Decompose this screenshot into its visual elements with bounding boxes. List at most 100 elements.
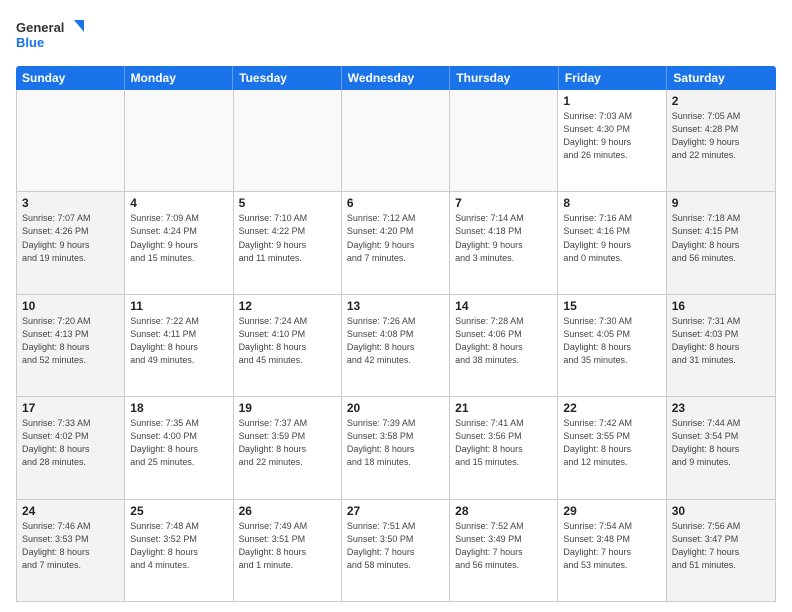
day-number: 6 bbox=[347, 196, 444, 210]
day-info: Sunrise: 7:46 AM Sunset: 3:53 PM Dayligh… bbox=[22, 520, 119, 572]
day-cell-14: 14 Sunrise: 7:28 AM Sunset: 4:06 PM Dayli… bbox=[450, 295, 558, 396]
day-cell-7: 7Sunrise: 7:14 AM Sunset: 4:18 PM Daylig… bbox=[450, 192, 558, 293]
calendar-row-2: 3 Sunrise: 7:07 AM Sunset: 4:26 PM Daylig… bbox=[17, 192, 775, 294]
day-cell-5: 5 Sunrise: 7:10 AM Sunset: 4:22 PM Daylig… bbox=[234, 192, 342, 293]
day-number: 29 bbox=[563, 504, 660, 518]
day-number: 27 bbox=[347, 504, 444, 518]
day-number: 11 bbox=[130, 299, 227, 313]
day-number: 8 bbox=[563, 196, 660, 210]
header-cell-sunday: Sunday bbox=[16, 66, 125, 90]
day-info: Sunrise: 7:22 AM Sunset: 4:11 PM Dayligh… bbox=[130, 315, 227, 367]
day-number: 13 bbox=[347, 299, 444, 313]
header-cell-thursday: Thursday bbox=[450, 66, 559, 90]
day-cell-2: 2 Sunrise: 7:05 AM Sunset: 4:28 PM Daylig… bbox=[667, 90, 775, 191]
day-cell-18: 18 Sunrise: 7:35 AM Sunset: 4:00 PM Dayli… bbox=[125, 397, 233, 498]
day-info: Sunrise: 7:51 AM Sunset: 3:50 PM Dayligh… bbox=[347, 520, 444, 572]
calendar: SundayMondayTuesdayWednesdayThursdayFrid… bbox=[16, 66, 776, 602]
day-cell-12: 12 Sunrise: 7:24 AM Sunset: 4:10 PM Dayli… bbox=[234, 295, 342, 396]
empty-cell bbox=[125, 90, 233, 191]
day-cell-9: 9 Sunrise: 7:18 AM Sunset: 4:15 PM Daylig… bbox=[667, 192, 775, 293]
day-info: Sunrise: 7:48 AM Sunset: 3:52 PM Dayligh… bbox=[130, 520, 227, 572]
day-info: Sunrise: 7:44 AM Sunset: 3:54 PM Dayligh… bbox=[672, 417, 770, 469]
day-cell-15: 15 Sunrise: 7:30 AM Sunset: 4:05 PM Dayli… bbox=[558, 295, 666, 396]
day-number: 1 bbox=[563, 94, 660, 108]
day-number: 19 bbox=[239, 401, 336, 415]
day-info: Sunrise: 7:07 AM Sunset: 4:26 PM Dayligh… bbox=[22, 212, 119, 264]
day-number: 9 bbox=[672, 196, 770, 210]
day-info: Sunrise: 7:09 AM Sunset: 4:24 PM Dayligh… bbox=[130, 212, 227, 264]
day-number: 24 bbox=[22, 504, 119, 518]
empty-cell bbox=[234, 90, 342, 191]
day-number: 22 bbox=[563, 401, 660, 415]
day-cell-24: 24 Sunrise: 7:46 AM Sunset: 3:53 PM Dayli… bbox=[17, 500, 125, 601]
header-cell-wednesday: Wednesday bbox=[342, 66, 451, 90]
day-cell-27: 27 Sunrise: 7:51 AM Sunset: 3:50 PM Dayli… bbox=[342, 500, 450, 601]
day-number: 5 bbox=[239, 196, 336, 210]
day-number: 26 bbox=[239, 504, 336, 518]
empty-cell bbox=[17, 90, 125, 191]
day-number: 20 bbox=[347, 401, 444, 415]
day-cell-4: 4Sunrise: 7:09 AM Sunset: 4:24 PM Daylig… bbox=[125, 192, 233, 293]
day-number: 14 bbox=[455, 299, 552, 313]
header-cell-monday: Monday bbox=[125, 66, 234, 90]
day-number: 17 bbox=[22, 401, 119, 415]
day-cell-29: 29 Sunrise: 7:54 AM Sunset: 3:48 PM Dayli… bbox=[558, 500, 666, 601]
header-cell-saturday: Saturday bbox=[667, 66, 776, 90]
day-cell-6: 6Sunrise: 7:12 AM Sunset: 4:20 PM Daylig… bbox=[342, 192, 450, 293]
logo: General Blue bbox=[16, 16, 86, 56]
day-cell-22: 22Sunrise: 7:42 AM Sunset: 3:55 PM Dayli… bbox=[558, 397, 666, 498]
day-number: 30 bbox=[672, 504, 770, 518]
day-number: 3 bbox=[22, 196, 119, 210]
day-info: Sunrise: 7:33 AM Sunset: 4:02 PM Dayligh… bbox=[22, 417, 119, 469]
header-cell-friday: Friday bbox=[559, 66, 668, 90]
day-cell-28: 28 Sunrise: 7:52 AM Sunset: 3:49 PM Dayli… bbox=[450, 500, 558, 601]
day-cell-13: 13 Sunrise: 7:26 AM Sunset: 4:08 PM Dayli… bbox=[342, 295, 450, 396]
day-info: Sunrise: 7:05 AM Sunset: 4:28 PM Dayligh… bbox=[672, 110, 770, 162]
day-cell-1: 1 Sunrise: 7:03 AM Sunset: 4:30 PM Daylig… bbox=[558, 90, 666, 191]
day-cell-30: 30 Sunrise: 7:56 AM Sunset: 3:47 PM Dayli… bbox=[667, 500, 775, 601]
empty-cell bbox=[450, 90, 558, 191]
day-info: Sunrise: 7:41 AM Sunset: 3:56 PM Dayligh… bbox=[455, 417, 552, 469]
day-cell-16: 16Sunrise: 7:31 AM Sunset: 4:03 PM Dayli… bbox=[667, 295, 775, 396]
day-cell-3: 3 Sunrise: 7:07 AM Sunset: 4:26 PM Daylig… bbox=[17, 192, 125, 293]
day-info: Sunrise: 7:54 AM Sunset: 3:48 PM Dayligh… bbox=[563, 520, 660, 572]
day-info: Sunrise: 7:30 AM Sunset: 4:05 PM Dayligh… bbox=[563, 315, 660, 367]
day-number: 18 bbox=[130, 401, 227, 415]
day-cell-21: 21 Sunrise: 7:41 AM Sunset: 3:56 PM Dayli… bbox=[450, 397, 558, 498]
day-info: Sunrise: 7:10 AM Sunset: 4:22 PM Dayligh… bbox=[239, 212, 336, 264]
day-cell-23: 23Sunrise: 7:44 AM Sunset: 3:54 PM Dayli… bbox=[667, 397, 775, 498]
day-number: 28 bbox=[455, 504, 552, 518]
day-info: Sunrise: 7:31 AM Sunset: 4:03 PM Dayligh… bbox=[672, 315, 770, 367]
svg-text:General: General bbox=[16, 20, 64, 35]
day-info: Sunrise: 7:26 AM Sunset: 4:08 PM Dayligh… bbox=[347, 315, 444, 367]
day-cell-17: 17 Sunrise: 7:33 AM Sunset: 4:02 PM Dayli… bbox=[17, 397, 125, 498]
day-number: 21 bbox=[455, 401, 552, 415]
calendar-row-1: 1 Sunrise: 7:03 AM Sunset: 4:30 PM Daylig… bbox=[17, 90, 775, 192]
day-info: Sunrise: 7:16 AM Sunset: 4:16 PM Dayligh… bbox=[563, 212, 660, 264]
svg-text:Blue: Blue bbox=[16, 35, 44, 50]
day-info: Sunrise: 7:37 AM Sunset: 3:59 PM Dayligh… bbox=[239, 417, 336, 469]
calendar-body: 1 Sunrise: 7:03 AM Sunset: 4:30 PM Daylig… bbox=[16, 90, 776, 602]
logo-svg: General Blue bbox=[16, 16, 86, 56]
calendar-row-5: 24 Sunrise: 7:46 AM Sunset: 3:53 PM Dayli… bbox=[17, 500, 775, 601]
day-cell-19: 19 Sunrise: 7:37 AM Sunset: 3:59 PM Dayli… bbox=[234, 397, 342, 498]
day-number: 2 bbox=[672, 94, 770, 108]
calendar-row-4: 17 Sunrise: 7:33 AM Sunset: 4:02 PM Dayli… bbox=[17, 397, 775, 499]
day-info: Sunrise: 7:39 AM Sunset: 3:58 PM Dayligh… bbox=[347, 417, 444, 469]
day-info: Sunrise: 7:28 AM Sunset: 4:06 PM Dayligh… bbox=[455, 315, 552, 367]
day-cell-26: 26Sunrise: 7:49 AM Sunset: 3:51 PM Dayli… bbox=[234, 500, 342, 601]
day-cell-10: 10Sunrise: 7:20 AM Sunset: 4:13 PM Dayli… bbox=[17, 295, 125, 396]
header-cell-tuesday: Tuesday bbox=[233, 66, 342, 90]
day-info: Sunrise: 7:03 AM Sunset: 4:30 PM Dayligh… bbox=[563, 110, 660, 162]
day-cell-8: 8 Sunrise: 7:16 AM Sunset: 4:16 PM Daylig… bbox=[558, 192, 666, 293]
day-info: Sunrise: 7:35 AM Sunset: 4:00 PM Dayligh… bbox=[130, 417, 227, 469]
day-info: Sunrise: 7:18 AM Sunset: 4:15 PM Dayligh… bbox=[672, 212, 770, 264]
day-number: 7 bbox=[455, 196, 552, 210]
day-number: 12 bbox=[239, 299, 336, 313]
day-cell-25: 25Sunrise: 7:48 AM Sunset: 3:52 PM Dayli… bbox=[125, 500, 233, 601]
day-info: Sunrise: 7:24 AM Sunset: 4:10 PM Dayligh… bbox=[239, 315, 336, 367]
day-info: Sunrise: 7:52 AM Sunset: 3:49 PM Dayligh… bbox=[455, 520, 552, 572]
page-header: General Blue bbox=[16, 16, 776, 56]
day-number: 15 bbox=[563, 299, 660, 313]
day-info: Sunrise: 7:56 AM Sunset: 3:47 PM Dayligh… bbox=[672, 520, 770, 572]
